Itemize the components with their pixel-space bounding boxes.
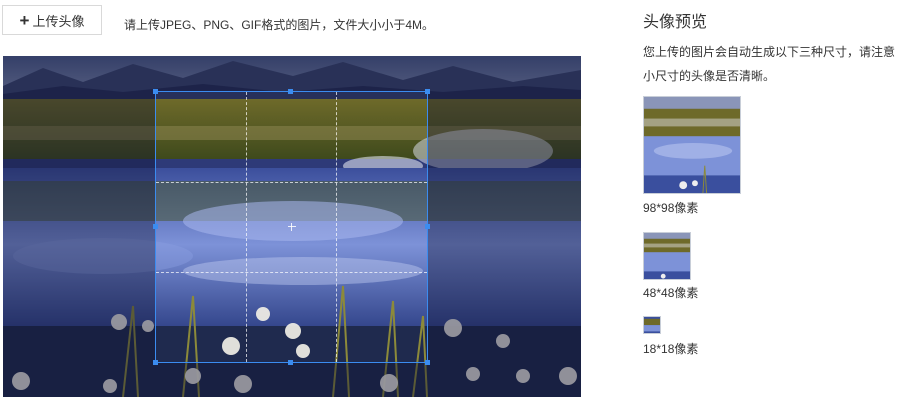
- crop-grid-line: [246, 92, 248, 362]
- avatar-preview-48: [643, 232, 691, 280]
- preview-98-label: 98*98像素: [643, 201, 699, 215]
- preview-title: 头像预览: [643, 14, 708, 31]
- upload-avatar-button[interactable]: + 上传头像: [2, 5, 102, 35]
- crop-grid-line: [336, 92, 338, 362]
- avatar-preview-98: [643, 96, 741, 194]
- crop-handle-sw[interactable]: [153, 360, 158, 365]
- preview-image: [644, 233, 690, 279]
- plus-icon: +: [19, 10, 30, 30]
- crop-handle-w[interactable]: [153, 224, 158, 229]
- crop-handle-se[interactable]: [425, 360, 430, 365]
- crop-grid-line: [156, 181, 427, 183]
- preview-18-label: 18*18像素: [643, 342, 699, 356]
- crop-handle-e[interactable]: [425, 224, 430, 229]
- crop-handle-nw[interactable]: [153, 89, 158, 94]
- crop-handle-s[interactable]: [288, 360, 293, 365]
- crop-center-crosshair: [287, 223, 296, 231]
- upload-button-label: 上传头像: [32, 13, 85, 29]
- avatar-preview-18: [643, 316, 661, 334]
- preview-48-label: 48*48像素: [643, 286, 699, 300]
- crop-handle-ne[interactable]: [425, 89, 430, 94]
- crop-handle-n[interactable]: [288, 89, 293, 94]
- crop-grid-line: [156, 271, 427, 273]
- preview-image: [644, 317, 660, 333]
- preview-image: [644, 97, 740, 193]
- crop-selection-box[interactable]: [153, 89, 430, 365]
- preview-description: 您上传的图片会自动生成以下三种尺寸，请注意小尺寸的头像是否清晰。: [643, 45, 896, 83]
- upload-hint: 请上传JPEG、PNG、GIF格式的图片，文件大小小于4M。: [124, 18, 435, 32]
